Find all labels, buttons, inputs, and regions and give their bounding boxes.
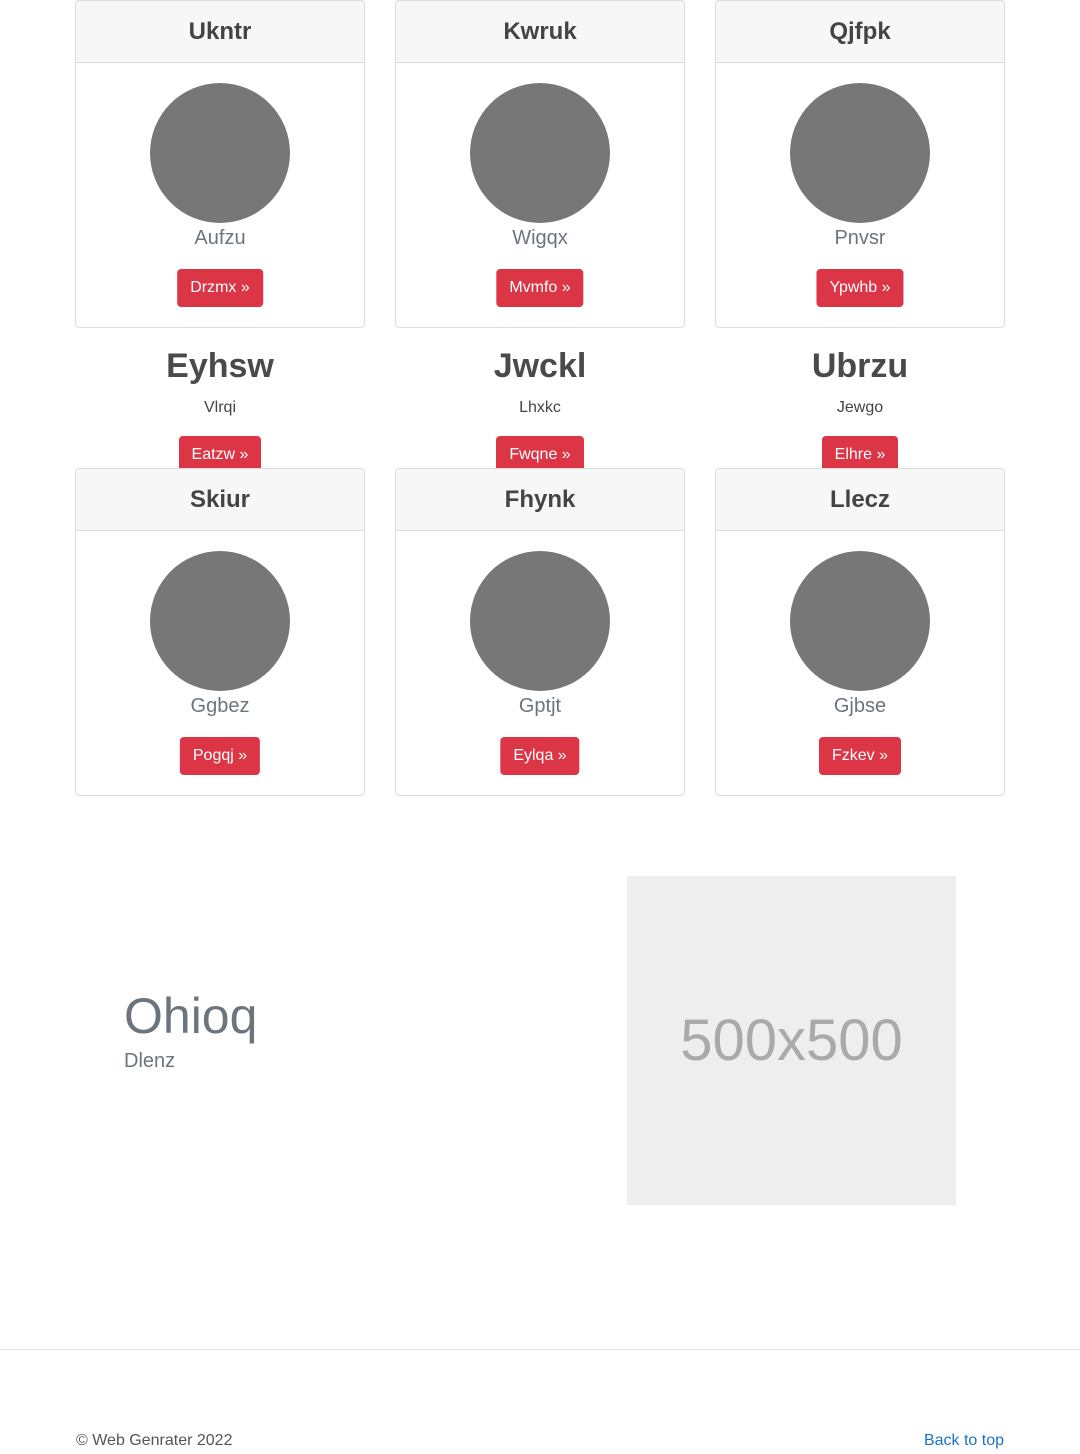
card-title: Llecz [716,469,1004,531]
featurette-heading: Ohioq [124,988,258,1044]
feature-subtitle: Jewgo [836,399,884,416]
placeholder-label: 500x500 [680,1008,903,1073]
feature-subtitle: Vlrqi [203,399,236,416]
avatar [470,551,610,691]
card-button[interactable]: Ypwhb » [816,269,904,307]
card-subtitle: Ggbez [190,695,250,717]
card-subtitle: Pnvsr [834,227,886,249]
profile-card: Qjfpk Pnvsr Ypwhb » [715,0,1005,328]
card-title: Kwruk [396,1,684,63]
card-title: Ukntr [76,1,364,63]
feature-title: Ubrzu [811,347,909,385]
card-button[interactable]: Eylqa » [500,737,580,775]
card-title: Qjfpk [716,1,1004,63]
footer-copyright: © Web Genrater 2022 [76,1432,233,1449]
avatar [150,83,290,223]
feature-block: Eyhsw Vlrqi Eatzw » [75,346,365,474]
card-subtitle: Gptjt [518,695,562,717]
card-button[interactable]: Pogqj » [179,737,261,775]
card-title: Fhynk [396,469,684,531]
feature-subtitle: Lhxkc [519,399,561,416]
avatar [790,551,930,691]
avatar [790,83,930,223]
card-subtitle: Wigqx [512,227,568,249]
profile-card: Kwruk Wigqx Mvmfo » [395,0,685,328]
card-subtitle: Gjbse [833,695,887,717]
avatar [470,83,610,223]
card-title: Skiur [76,469,364,531]
profile-card: Ukntr Aufzu Drzmx » [75,0,365,328]
profile-card: Skiur Ggbez Pogqj » [75,468,365,796]
back-to-top-link[interactable]: Back to top [924,1432,1004,1450]
feature-title: Eyhsw [166,347,274,385]
feature-title: Jwckl [493,347,587,385]
feature-block: Jwckl Lhxkc Fwqne » [395,346,685,474]
feature-block: Ubrzu Jewgo Elhre » [715,346,1005,474]
profile-card: Llecz Gjbse Fzkev » [715,468,1005,796]
card-button[interactable]: Fzkev » [818,737,902,775]
avatar [150,551,290,691]
featurette-subheading: Dlenz [124,1050,176,1072]
card-button[interactable]: Drzmx » [177,269,263,307]
card-button[interactable]: Mvmfo » [496,269,584,307]
card-subtitle: Aufzu [194,227,246,249]
image-placeholder: 500x500 [627,876,956,1205]
footer-divider [0,1349,1080,1350]
profile-card: Fhynk Gptjt Eylqa » [395,468,685,796]
